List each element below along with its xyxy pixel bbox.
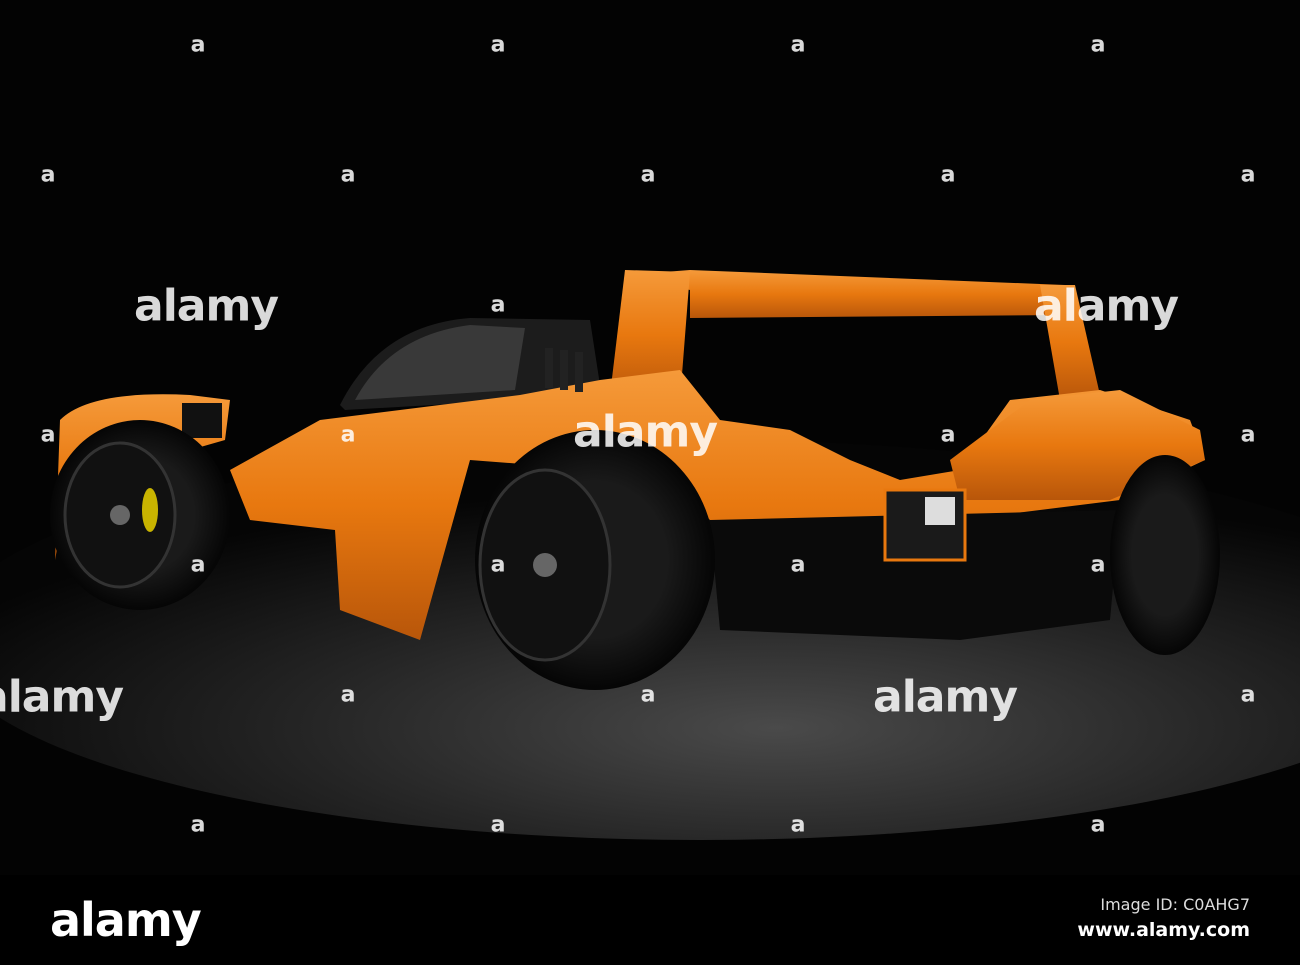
image-id: Image ID: C0AHG7	[1100, 895, 1250, 914]
watermark-glyph: a	[190, 812, 206, 838]
watermark-glyph: a	[1240, 422, 1256, 448]
stock-photo: a a a a a a a a a a a a a a a a a a a a a a a a a alamy alamy alamy…	[0, 0, 1300, 965]
watermark-glyph: a	[490, 812, 506, 838]
watermark-glyph: a	[190, 552, 206, 578]
front-wheel	[50, 420, 230, 610]
watermark-glyph: a	[790, 32, 806, 58]
watermark-logo: alamy	[573, 406, 718, 458]
watermark-glyph: a	[1090, 32, 1106, 58]
watermark-logo: alamy	[0, 671, 124, 723]
watermark-glyph: a	[1090, 812, 1106, 838]
watermark-glyph: a	[490, 32, 506, 58]
watermark-glyph: a	[340, 162, 356, 188]
watermark-glyph: a	[190, 32, 206, 58]
watermark-glyph: a	[940, 162, 956, 188]
rear-wheel-left	[475, 430, 715, 690]
watermark-glyph: a	[490, 292, 506, 318]
watermark-glyph: a	[790, 812, 806, 838]
watermark-glyph: a	[640, 162, 656, 188]
watermark-glyph: a	[1240, 162, 1256, 188]
watermark-glyph: a	[640, 682, 656, 708]
watermark-glyph: a	[40, 422, 56, 448]
watermark-glyph: a	[40, 162, 56, 188]
watermark-glyph: a	[940, 422, 956, 448]
footer-bar: alamy Image ID: C0AHG7 www.alamy.com	[0, 875, 1300, 965]
watermark-glyph: a	[340, 422, 356, 448]
watermark-glyph: a	[1090, 552, 1106, 578]
watermark-glyph: a	[1240, 682, 1256, 708]
alamy-logo: alamy	[50, 893, 202, 947]
watermark-logo: alamy	[873, 671, 1018, 723]
watermark-glyph: a	[790, 552, 806, 578]
rear-wheel-right	[1110, 455, 1220, 655]
watermark-logo: alamy	[1034, 280, 1179, 332]
site-url[interactable]: www.alamy.com	[1077, 919, 1250, 941]
watermark-logo: alamy	[134, 280, 279, 332]
watermark-glyph: a	[490, 552, 506, 578]
watermark-glyph: a	[340, 682, 356, 708]
